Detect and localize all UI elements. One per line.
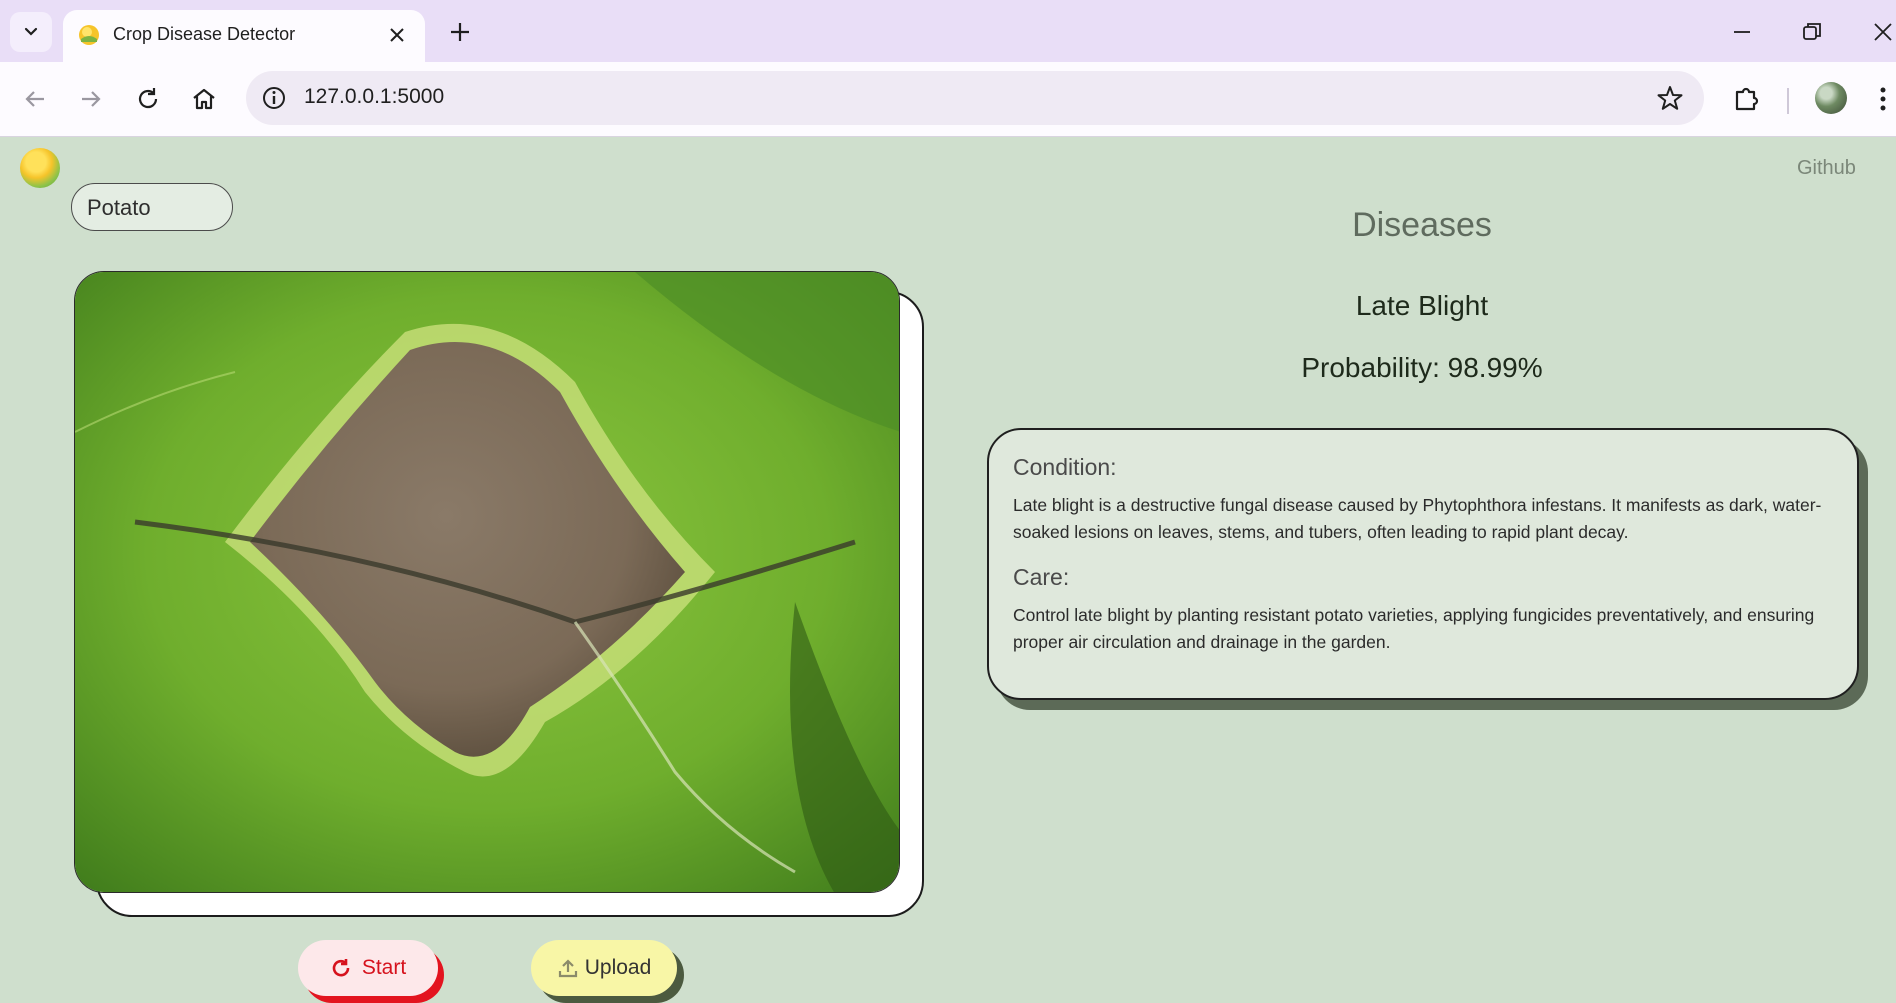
browser-titlebar: Crop Disease Detector — [0, 0, 1896, 62]
refresh-icon — [332, 959, 350, 977]
chevron-down-icon — [24, 27, 38, 36]
start-label: Start — [361, 956, 407, 979]
minimize-icon[interactable] — [1729, 19, 1755, 45]
plus-icon[interactable] — [447, 19, 473, 45]
condition-heading: Condition: — [1013, 454, 1117, 480]
forward-icon[interactable] — [76, 84, 106, 114]
start-button[interactable]: Start — [298, 940, 438, 996]
close-icon[interactable] — [387, 25, 407, 45]
extensions-icon[interactable] — [1729, 82, 1763, 116]
back-icon[interactable] — [20, 84, 50, 114]
disease-name: Late Blight — [1355, 290, 1489, 321]
toolbar-divider — [1787, 88, 1789, 114]
condition-text: Late blight is a destructive fungal dise… — [1013, 495, 1822, 542]
browser-tab[interactable]: Crop Disease Detector — [63, 10, 425, 62]
site-info-icon[interactable] — [260, 84, 288, 112]
site-logo — [20, 148, 60, 188]
menu-icon[interactable] — [1877, 82, 1889, 116]
star-icon[interactable] — [1656, 84, 1684, 112]
upload-label: Upload — [584, 956, 652, 979]
crop-select-value: Potato — [87, 195, 151, 220]
results-heading: Diseases — [1352, 206, 1492, 244]
home-icon[interactable] — [189, 84, 219, 114]
care-text: Control late blight by planting resistan… — [1013, 605, 1815, 652]
reload-icon[interactable] — [133, 84, 163, 114]
github-link[interactable]: Github — [1797, 157, 1856, 180]
url-text: 127.0.0.1:5000 — [304, 85, 445, 108]
favicon-icon — [79, 25, 99, 45]
probability-text: Probability: 98.99% — [1301, 352, 1543, 383]
tab-title: Crop Disease Detector — [113, 24, 296, 44]
window-close-icon[interactable] — [1870, 19, 1896, 45]
leaf-image — [74, 271, 900, 893]
profile-avatar[interactable] — [1815, 82, 1847, 114]
tab-search-button[interactable] — [10, 12, 52, 52]
browser-toolbar: 127.0.0.1:5000 — [0, 62, 1896, 137]
address-bar[interactable]: 127.0.0.1:5000 — [246, 71, 1704, 125]
upload-icon — [558, 959, 577, 978]
restore-icon[interactable] — [1799, 19, 1825, 45]
upload-button[interactable]: Upload — [531, 940, 677, 996]
disease-info-card: Condition: Late blight is a destructive … — [987, 428, 1859, 700]
care-heading: Care: — [1013, 564, 1070, 590]
crop-select[interactable]: Potato — [71, 183, 233, 231]
